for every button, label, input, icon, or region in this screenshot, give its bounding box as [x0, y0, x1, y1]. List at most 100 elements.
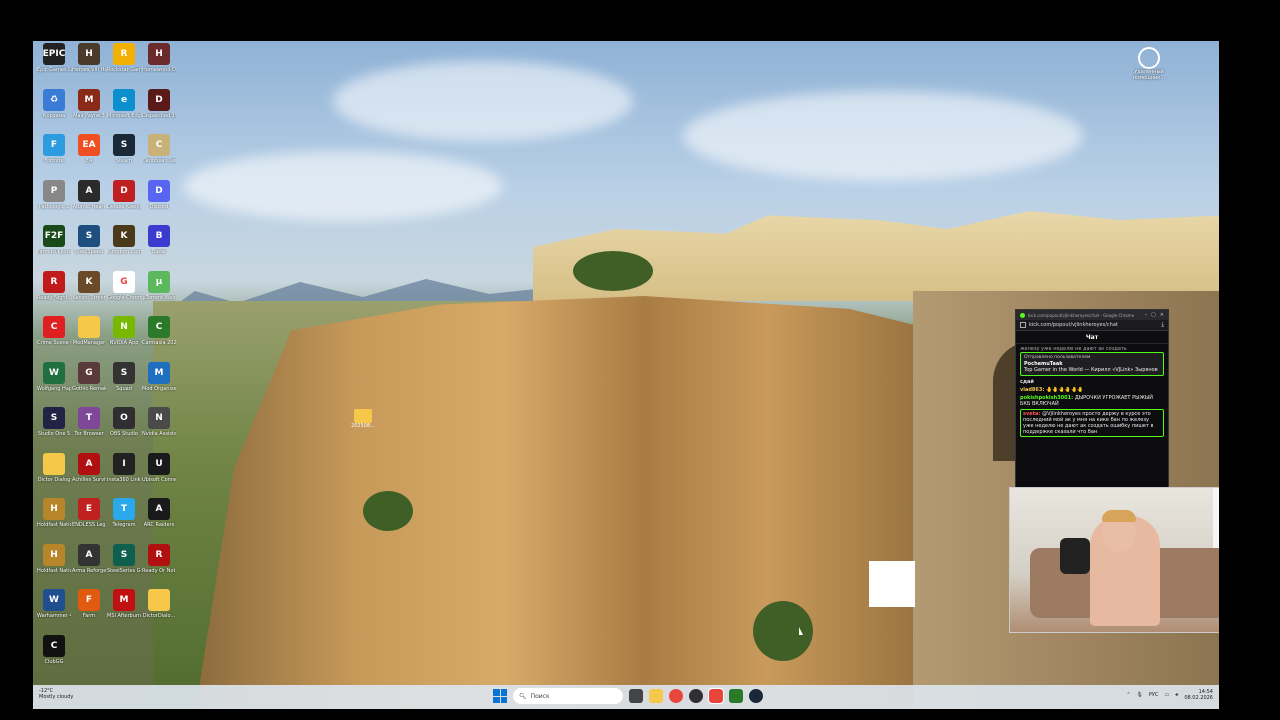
pinned-message[interactable]: Отправлено пользователем PochemuTaak Top… — [1020, 352, 1164, 376]
desktop-shortcut[interactable]: R Rockstar Games Launcher — [107, 43, 141, 87]
desktop-shortcut[interactable]: ModManager — [72, 316, 106, 360]
desktop-shortcut-label: Nvidia Assistant — [142, 431, 176, 437]
desktop-shortcut[interactable]: M Mod Organizer — [142, 361, 176, 406]
desktop-shortcut-label: ClubGG — [44, 658, 64, 665]
desktop-shortcut[interactable]: ♻ Корзина — [37, 88, 71, 133]
desktop-shortcut[interactable]: F Farm — [72, 589, 106, 633]
desktop-shortcut[interactable]: WWolfgang Haptica — [37, 361, 71, 406]
desktop-shortcut[interactable]: H Heroes VIII Hall Redesigned — [72, 43, 106, 87]
language-indicator[interactable]: РУС — [1149, 692, 1159, 698]
desktop-shortcut[interactable]: EA EA — [72, 134, 106, 178]
desktop-shortcut[interactable]: EPIC Epic Games Launcher — [37, 43, 71, 87]
desktop-shortcut[interactable]: R Ready Night... — [37, 270, 71, 315]
desktop-shortcut-label: Kingdom Come Deliv... — [107, 249, 141, 255]
close-icon[interactable]: × — [1160, 312, 1164, 318]
chat-text: @Vjlinkheroyes просто держу в курсе это … — [1023, 411, 1154, 435]
steam-icon[interactable] — [749, 689, 763, 703]
desktop-shortcut[interactable]: A Atomic Heart — [72, 179, 106, 224]
desktop-shortcut-label: Camtasia 2024 — [142, 340, 176, 346]
recycle-bin-icon: ♻ — [43, 88, 65, 111]
desktop-shortcut[interactable]: P Pathologic 3 — [37, 179, 71, 224]
taskbar-search[interactable]: 🔍︎ Поиск — [513, 688, 623, 704]
desktop-shortcut[interactable]: E ENDLESS Legend 2 — [72, 498, 106, 542]
desktop-shortcut[interactable]: S Squad — [107, 361, 141, 406]
camtasia-icon[interactable] — [729, 689, 743, 703]
desktop-shortcut[interactable]: C Crime Scene Cleaner — [37, 316, 71, 360]
chat-message[interactable]: pokishpokish3001: ДЫРОЧКИ УГРОЖАЕТ РЫЖЫЙ… — [1020, 395, 1164, 407]
desktop-shortcut[interactable]: F Fortnite — [37, 134, 71, 178]
desktop-shortcut[interactable]: DDispatched 1917 — [142, 88, 176, 133]
desktop-shortcut[interactable]: A Arma Reforger — [72, 543, 106, 588]
desktop-shortcut[interactable]: S SteelSeries GG — [107, 543, 141, 588]
desktop-folder[interactable]: 202508... — [351, 409, 375, 439]
desktop-shortcut[interactable]: K Kingdom Come Deliv... — [107, 225, 141, 269]
chat-address-bar[interactable]: kick.com/popout/vjlinkheroyes/chat ⤓ — [1016, 320, 1168, 331]
desktop-shortcut[interactable]: T Tor Browser — [72, 407, 106, 451]
desktop-shortcut[interactable]: S SteelSpeed — [72, 225, 106, 269]
chat-message[interactable]: sveta: @Vjlinkheroyes просто держу в кур… — [1020, 409, 1164, 437]
desktop-shortcut[interactable]: C Camtasia 2024 — [142, 316, 176, 360]
wallpaper-tree — [753, 601, 813, 661]
desktop-shortcut[interactable]: C Caribbean Legend — [142, 134, 176, 178]
volume-icon[interactable]: 🔊︎ — [1175, 692, 1178, 698]
chat-message[interactable]: vlad863: 🤚🤚🤚🤚🤚🤚 — [1020, 387, 1164, 393]
desktop-shortcut[interactable]: GGoogle Chrome — [107, 270, 141, 315]
desktop-shortcut[interactable]: S Studio One 5 — [37, 407, 71, 451]
desktop-shortcut[interactable]: K Kenshi Stryer — [72, 270, 106, 315]
desktop-shortcut[interactable]: H Holdfast Nations At — [37, 498, 71, 542]
start-button[interactable] — [493, 689, 507, 703]
desktop-shortcut[interactable]: A ARC Raiders — [142, 498, 176, 542]
chevron-up-icon[interactable]: ⌃ — [1126, 692, 1130, 698]
desktop-shortcut[interactable]: N Nvidia Assistant — [142, 407, 176, 451]
minimize-icon[interactable]: – — [1145, 312, 1148, 318]
file-explorer-icon[interactable] — [649, 689, 663, 703]
chat-username[interactable]: vlad863: — [1020, 387, 1046, 393]
desktop-shortcut[interactable]: Dictor Dialog — [37, 452, 71, 497]
desktop-shortcut[interactable]: UUbisoft Connect — [142, 452, 176, 497]
chat-window-titlebar[interactable]: kick.com/popout/vjlinkheroyes/chat - Goo… — [1016, 310, 1168, 320]
desktop-shortcut[interactable]: D Discord — [142, 179, 176, 224]
chat-username[interactable]: сдай — [1020, 379, 1034, 385]
desktop-shortcut[interactable]: RReady Or Not Redemption — [142, 543, 176, 588]
game-icon: H — [43, 543, 65, 566]
site-info-icon[interactable] — [1020, 322, 1026, 328]
clock[interactable]: 14:54 08.02.2026 — [1184, 689, 1213, 701]
desktop-shortcut[interactable]: W Warhammer 40,000 Spa... — [37, 589, 71, 633]
desktop-shortcut[interactable]: O OBS Studio — [107, 407, 141, 451]
desktop-shortcut[interactable]: DDeluxe Koenig... — [107, 179, 141, 224]
desktop-shortcut[interactable]: IInsta360 Link Controller — [107, 452, 141, 497]
desktop-shortcut[interactable]: T Telegram — [107, 498, 141, 542]
game-icon: E — [78, 498, 100, 520]
folder-icon — [43, 452, 65, 475]
desktop-shortcut[interactable]: µ µTorrent Web — [142, 270, 176, 315]
microphone-icon[interactable]: 🎙︎ — [1137, 692, 1143, 698]
desktop-shortcut[interactable]: B Bazar — [142, 225, 176, 269]
desktop-shortcut-label: Telegram — [112, 522, 136, 528]
chrome-active-icon[interactable] — [708, 688, 724, 704]
desktop-shortcut[interactable]: H Homeworld Deserts of K... — [142, 43, 176, 87]
obs-icon[interactable] — [689, 689, 703, 703]
maximize-icon[interactable]: ▢ — [1151, 312, 1156, 318]
chat-message[interactable]: сдай — [1020, 379, 1164, 385]
ubisoft-icon: U — [148, 452, 170, 475]
desktop-shortcut[interactable]: S Steam — [107, 134, 141, 178]
desktop-shortcut[interactable]: e Microsoft Edge — [107, 88, 141, 133]
task-view-icon[interactable] — [629, 689, 643, 703]
weather-widget[interactable]: -12°C Mostly cloudy — [39, 688, 73, 700]
desktop-shortcut[interactable]: F2F Farm to Kitchen... — [37, 225, 71, 269]
desktop-shortcut[interactable]: GGothic Remake — [72, 361, 106, 406]
desktop-shortcut[interactable]: AAchilles Survivor — [72, 452, 106, 497]
app-icon: N — [148, 407, 170, 429]
desktop-shortcut-label: Ready Night... — [37, 294, 71, 301]
desktop-shortcut-remote[interactable]: Удалённый помощник... — [1129, 47, 1169, 81]
desktop-shortcut[interactable]: HHoldfast Nations... — [37, 543, 71, 588]
game-icon: D — [148, 88, 170, 111]
desktop-shortcut[interactable]: N NVIDIA App — [107, 316, 141, 360]
desktop-shortcut[interactable]: DictorDialo... — [142, 589, 176, 633]
network-icon[interactable]: ▭ — [1164, 692, 1169, 698]
desktop-shortcut[interactable]: M MSI Afterburner — [107, 589, 141, 633]
desktop-shortcut[interactable]: M Max Payne 3 — [72, 88, 106, 133]
chrome-icon[interactable] — [669, 689, 683, 703]
download-icon[interactable]: ⤓ — [1161, 321, 1164, 329]
desktop-shortcut[interactable]: C ClubGG — [37, 634, 71, 679]
